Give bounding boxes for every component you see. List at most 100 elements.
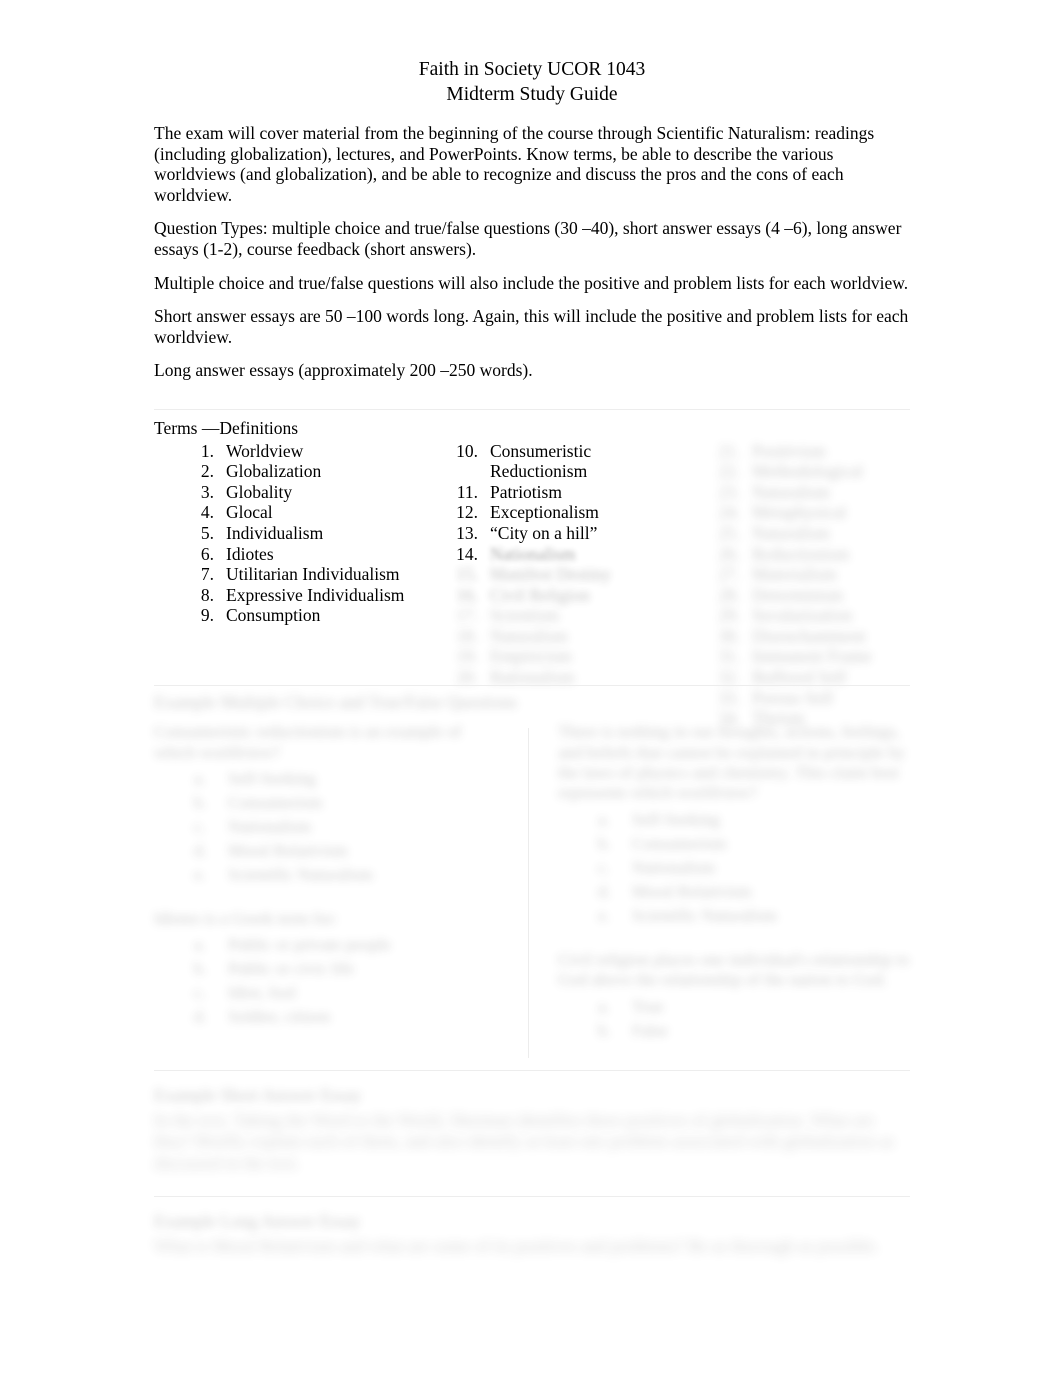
term-label: Consumeristic Reductionism (490, 440, 592, 482)
choice-text: Idiot, fool (228, 983, 296, 1003)
choice-text: Self-Seeking (228, 768, 316, 788)
term-item: 28. Determinism (706, 585, 910, 606)
document-page: Faith in Society UCOR 1043 Midterm Study… (0, 0, 1062, 1377)
term-label: Methodological (752, 461, 863, 482)
term-item: 12. Exceptionalism (444, 502, 674, 523)
term-label: Consumption (226, 605, 321, 626)
terms-columns: 1. Worldview 2. Globalization 3. Globality … (154, 441, 910, 729)
term-number: 21. (718, 440, 740, 461)
mc-choice: c. Nationalism (558, 856, 910, 880)
mc-question-stem: Civil religion places one individual's r… (558, 949, 910, 990)
mc-choices-list: a. Public or private people b. Public or c… (154, 933, 504, 1029)
term-label: Secularization (752, 605, 853, 626)
choice-text: Public or civic life (228, 959, 355, 979)
choice-letter: a. (194, 935, 206, 955)
term-label: Determinism (752, 584, 844, 605)
term-number: 11. (456, 481, 478, 502)
choice-letter: c. (194, 816, 206, 836)
term-label: Naturalism (752, 522, 830, 543)
term-label: Civil Religion (490, 584, 590, 605)
term-number: 30. (718, 625, 740, 646)
choice-text: Consumerism (632, 833, 727, 853)
term-item: 17. Scientism (444, 605, 674, 626)
choice-text: Moral Relativism (228, 840, 348, 860)
term-number: 4. (200, 502, 214, 523)
term-label: Glocal (226, 502, 273, 523)
choice-letter: b. (598, 1020, 611, 1040)
term-number: 22. (718, 461, 740, 482)
term-item: 6. Idiotes (180, 544, 430, 565)
choice-letter: e. (194, 864, 206, 884)
choice-letter: d. (194, 840, 207, 860)
choice-letter: b. (194, 792, 207, 812)
paragraph-long-answer-length: Long answer essays (approximately 200 –2… (154, 360, 533, 381)
term-label: Reductionism (752, 543, 850, 564)
mc-column-divider (528, 728, 529, 1059)
mc-question-stem: There is nothing in our thoughts, action… (558, 722, 906, 803)
mc-choice: b. Public or civic life (154, 957, 504, 981)
term-item: 22. Methodological (706, 461, 910, 482)
example-long-answer-section: Example Long Answer Essay What is Moral … (154, 1211, 910, 1257)
mc-question-stem: Idiotes is a Greek term for: (154, 908, 338, 928)
term-number: 8. (200, 584, 214, 605)
term-item: 21. Positivism (706, 441, 910, 462)
long-answer-body: What is Moral Relativism and what are so… (154, 1235, 880, 1256)
terms-section-divider (154, 408, 910, 410)
short-answer-divider (154, 1070, 910, 1072)
long-answer-heading: Example Long Answer Essay (154, 1211, 361, 1232)
term-item: 14. Nationalism (444, 544, 674, 565)
term-label: Disenchantment (752, 625, 866, 646)
choice-text: Nationalism (632, 857, 716, 877)
term-item: 13. “City on a hill” (444, 523, 674, 544)
term-number: 24. (718, 502, 740, 523)
short-answer-body: In the text, Taking the Word to the Worl… (154, 1109, 895, 1173)
choice-text: Scientific Naturalism (632, 905, 777, 925)
choice-letter: b. (598, 833, 611, 853)
mc-right-column: There is nothing in our thoughts, action… (558, 722, 910, 1042)
example-mc-columns: Consumeristic reductionism is an example… (154, 722, 910, 1070)
term-label: Idiotes (226, 543, 274, 564)
choice-text: Consumerism (228, 792, 323, 812)
term-label: Globality (226, 481, 293, 502)
term-item: 26. Reductionism (706, 544, 910, 565)
term-number: 14. (456, 543, 478, 564)
term-number: 6. (200, 543, 214, 564)
term-number: 18. (456, 625, 478, 646)
term-number: 16. (456, 584, 478, 605)
term-label: Globalization (226, 461, 322, 482)
mc-choice: c. Nationalism (154, 815, 504, 839)
term-label: Naturalism (752, 481, 830, 502)
term-item: 4. Glocal (180, 502, 430, 523)
mc-choice: a. Public or private people (154, 933, 504, 957)
term-number: 15. (456, 564, 478, 585)
term-item: 24. Metaphysical (706, 502, 910, 523)
term-item: 25. Naturalism (706, 523, 910, 544)
term-item: 11. Patriotism (444, 482, 674, 503)
mc-choices-list: a. Self-Seeking b. Consumerism c. Nationali… (558, 808, 910, 928)
term-item: 10. Consumeristic Reductionism (444, 441, 674, 482)
mc-choice: a. True (558, 995, 910, 1019)
term-number: 2. (200, 461, 214, 482)
term-label: Exceptionalism (490, 502, 599, 523)
long-answer-divider (154, 1196, 910, 1198)
choice-text: Moral Relativism (632, 881, 752, 901)
choice-letter: b. (194, 959, 207, 979)
mc-choice: a. Self-Seeking (558, 808, 910, 832)
term-number: 25. (718, 522, 740, 543)
mc-choice: a. Self-Seeking (154, 767, 504, 791)
terms-list-1: 1. Worldview 2. Globalization 3. Globality … (180, 441, 430, 626)
mc-choice: b. False (558, 1019, 910, 1043)
term-label: “City on a hill” (490, 522, 598, 543)
title-line-course: Faith in Society UCOR 1043 (418, 59, 646, 80)
term-item: 16. Civil Religion (444, 585, 674, 606)
term-item: 5. Individualism (180, 523, 430, 544)
term-number: 1. (200, 440, 214, 461)
choice-letter: c. (194, 983, 206, 1003)
term-item: 1. Worldview (180, 441, 430, 462)
choice-letter: a. (598, 809, 610, 829)
choice-letter: a. (598, 996, 610, 1016)
choice-text: Public or private people (228, 935, 391, 955)
term-label: Scientism (490, 605, 560, 626)
term-label: Manifest Destiny (490, 564, 612, 585)
term-item: 9. Consumption (180, 605, 430, 626)
